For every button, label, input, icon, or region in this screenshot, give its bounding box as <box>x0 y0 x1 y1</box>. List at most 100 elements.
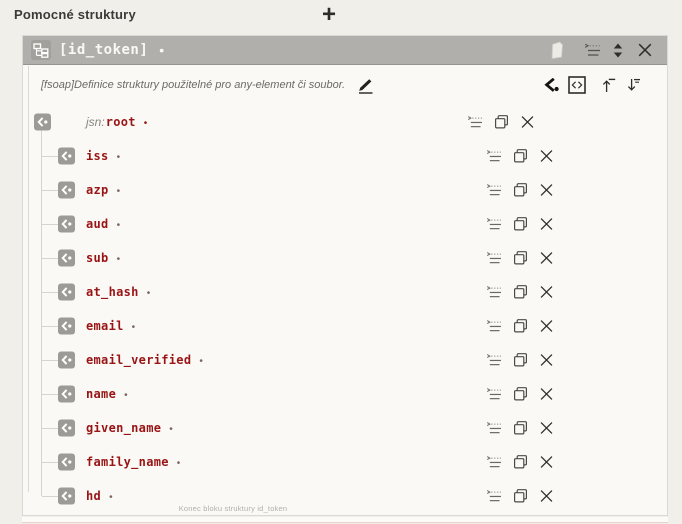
node-label: azp • <box>86 183 120 197</box>
collapse-node-icon[interactable] <box>58 386 75 403</box>
node-status-dot: • <box>132 323 136 333</box>
duplicate-icon[interactable] <box>513 319 528 334</box>
node-status-dot: • <box>117 187 121 197</box>
delete-icon[interactable] <box>539 149 554 164</box>
close-icon[interactable] <box>637 42 653 58</box>
node-name: hd <box>86 489 101 503</box>
description-actions <box>544 65 641 105</box>
delete-icon[interactable] <box>539 217 554 232</box>
delete-icon[interactable] <box>539 319 554 334</box>
list-icon[interactable] <box>486 320 502 333</box>
duplicate-icon[interactable] <box>513 251 528 266</box>
node-label: sub • <box>86 251 120 265</box>
move-down-icon[interactable] <box>627 78 641 93</box>
tree-row: sub • <box>23 241 667 275</box>
node-label: iss • <box>86 149 120 163</box>
duplicate-icon[interactable] <box>513 285 528 300</box>
node-actions <box>486 251 554 266</box>
node-name: name <box>86 387 116 401</box>
list-icon[interactable] <box>486 218 502 231</box>
collapse-node-icon[interactable] <box>58 216 75 233</box>
duplicate-icon[interactable] <box>513 149 528 164</box>
delete-icon[interactable] <box>520 115 535 130</box>
delete-icon[interactable] <box>539 183 554 198</box>
duplicate-icon[interactable] <box>494 115 509 130</box>
node-status-dot: • <box>147 289 151 299</box>
node-name: sub <box>86 251 109 265</box>
structure-panel: [id_token] • <box>22 35 668 516</box>
node-label: given_name • <box>86 421 173 435</box>
node-status-dot: • <box>169 425 173 435</box>
next-block-edge <box>22 517 668 523</box>
node-label: email_verified • <box>86 353 203 367</box>
collapse-node-icon[interactable] <box>58 352 75 369</box>
duplicate-icon[interactable] <box>513 421 528 436</box>
list-icon[interactable] <box>486 490 502 503</box>
collapse-node-icon[interactable] <box>58 284 75 301</box>
duplicate-icon[interactable] <box>513 455 528 470</box>
list-icon[interactable] <box>486 184 502 197</box>
collapse-node-icon[interactable] <box>58 318 75 335</box>
list-icon[interactable] <box>486 286 502 299</box>
duplicate-icon[interactable] <box>513 217 528 232</box>
description-row: [fsoap]Definice struktury použitelné pro… <box>23 65 667 105</box>
collapse-node-icon[interactable] <box>58 454 75 471</box>
node-name: family_name <box>86 455 169 469</box>
collapse-node-icon[interactable] <box>58 420 75 437</box>
modified-dot: • <box>159 43 164 57</box>
page: Pomocné struktury + [id_token] • <box>0 0 682 524</box>
collapse-node-icon[interactable] <box>34 114 51 131</box>
delete-icon[interactable] <box>539 251 554 266</box>
move-up-icon[interactable] <box>602 78 616 93</box>
node-label: aud • <box>86 217 120 231</box>
tree-children: iss • <box>23 139 667 513</box>
node-status-dot: • <box>117 255 121 265</box>
node-actions <box>486 217 554 232</box>
node-label: at_hash • <box>86 285 150 299</box>
list-icon[interactable] <box>486 354 502 367</box>
duplicate-icon[interactable] <box>513 489 528 504</box>
delete-icon[interactable] <box>539 353 554 368</box>
collapse-node-icon[interactable] <box>58 488 75 505</box>
node-namespace: jsn: <box>86 115 105 129</box>
node-status-dot: • <box>109 493 113 503</box>
list-icon[interactable] <box>486 388 502 401</box>
add-structure-button[interactable]: + <box>322 0 336 30</box>
description-text: [fsoap]Definice struktury použitelné pro… <box>41 79 345 91</box>
collapse-node-icon[interactable] <box>58 182 75 199</box>
list-icon[interactable] <box>486 456 502 469</box>
panel-header-actions <box>549 41 653 60</box>
tree-row-root: jsn: root • <box>23 105 667 139</box>
duplicate-icon[interactable] <box>513 183 528 198</box>
node-actions <box>486 353 554 368</box>
structure-tree: jsn: root • <box>23 105 667 517</box>
node-label: name • <box>86 387 128 401</box>
list-icon[interactable] <box>584 43 601 57</box>
node-name: at_hash <box>86 285 139 299</box>
node-actions <box>486 455 554 470</box>
node-actions <box>467 115 535 130</box>
paste-icon[interactable] <box>549 41 565 60</box>
list-icon[interactable] <box>486 252 502 265</box>
edit-pencil-icon[interactable] <box>356 77 374 94</box>
delete-icon[interactable] <box>539 421 554 436</box>
delete-icon[interactable] <box>539 285 554 300</box>
tree-row: azp • <box>23 173 667 207</box>
collapse-node-icon[interactable] <box>58 250 75 267</box>
block-extent-line <box>28 66 29 492</box>
delete-icon[interactable] <box>539 387 554 402</box>
panel-title: [id_token] <box>59 42 148 58</box>
node-name: given_name <box>86 421 161 435</box>
list-icon[interactable] <box>486 150 502 163</box>
delete-icon[interactable] <box>539 455 554 470</box>
collapse-left-icon[interactable] <box>544 78 559 92</box>
list-icon[interactable] <box>486 422 502 435</box>
code-view-icon[interactable] <box>568 76 586 94</box>
duplicate-icon[interactable] <box>513 353 528 368</box>
delete-icon[interactable] <box>539 489 554 504</box>
sort-arrows-icon[interactable] <box>612 42 624 59</box>
collapse-node-icon[interactable] <box>58 148 75 165</box>
duplicate-icon[interactable] <box>513 387 528 402</box>
list-icon[interactable] <box>467 116 483 129</box>
node-label: email • <box>86 319 135 333</box>
